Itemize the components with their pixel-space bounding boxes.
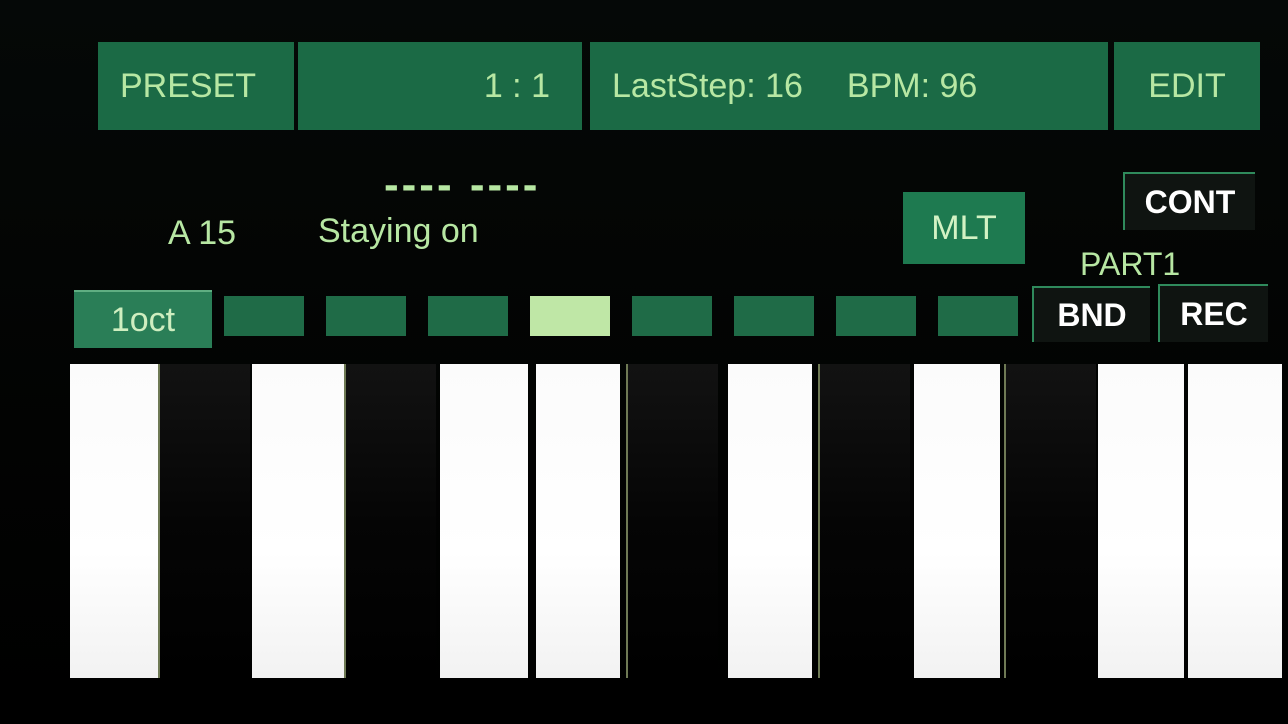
black-key[interactable] xyxy=(626,364,718,678)
cont-button[interactable]: CONT xyxy=(1123,172,1255,230)
bnd-button[interactable]: BND xyxy=(1032,286,1150,342)
white-key[interactable] xyxy=(252,364,344,678)
edit-button[interactable]: EDIT xyxy=(1114,42,1260,130)
step-indicator[interactable] xyxy=(224,296,304,336)
white-key[interactable] xyxy=(70,364,164,678)
sequence-info[interactable]: LastStep: 16 BPM: 96 xyxy=(590,42,1108,130)
note-label: A 15 xyxy=(168,214,237,252)
step-indicator[interactable] xyxy=(734,296,814,336)
step-indicator[interactable] xyxy=(326,296,406,336)
edit-label: EDIT xyxy=(1148,66,1226,105)
black-key[interactable] xyxy=(344,364,436,678)
step-indicator[interactable] xyxy=(530,296,610,336)
preset-label: PRESET xyxy=(120,66,257,105)
black-key[interactable] xyxy=(818,364,910,678)
bpm-value: BPM: 96 xyxy=(846,66,978,105)
status-label: Staying on xyxy=(318,212,479,250)
step-indicator[interactable] xyxy=(836,296,916,336)
cont-label: CONT xyxy=(1144,183,1236,220)
position-display[interactable]: 1 : 1 xyxy=(298,42,582,130)
preset-button[interactable]: PRESET xyxy=(98,42,294,130)
step-indicator[interactable] xyxy=(632,296,712,336)
rec-button[interactable]: REC xyxy=(1158,284,1268,342)
part-label: PART1 xyxy=(1080,246,1181,282)
mlt-label: MLT xyxy=(931,208,997,247)
white-key[interactable] xyxy=(536,364,620,678)
last-step-value: LastStep: 16 xyxy=(612,66,803,105)
position-value: 1 : 1 xyxy=(483,66,550,105)
value-dashes: ---- ---- xyxy=(384,160,541,209)
white-key[interactable] xyxy=(440,364,528,678)
step-indicator[interactable] xyxy=(938,296,1018,336)
rec-label: REC xyxy=(1180,295,1248,332)
step-indicator[interactable] xyxy=(428,296,508,336)
octave-label: 1oct xyxy=(110,300,176,339)
mlt-button[interactable]: MLT xyxy=(903,192,1025,264)
bnd-label: BND xyxy=(1057,296,1127,333)
white-key[interactable] xyxy=(1098,364,1184,678)
white-key[interactable] xyxy=(728,364,812,678)
sequencer-screen: PRESET 1 : 1 LastStep: 16 BPM: 96 EDIT -… xyxy=(0,0,1288,724)
black-key[interactable] xyxy=(1004,364,1096,678)
black-key[interactable] xyxy=(158,364,250,678)
white-key[interactable] xyxy=(914,364,1000,678)
octave-button[interactable]: 1oct xyxy=(74,290,212,348)
white-key[interactable] xyxy=(1188,364,1282,678)
